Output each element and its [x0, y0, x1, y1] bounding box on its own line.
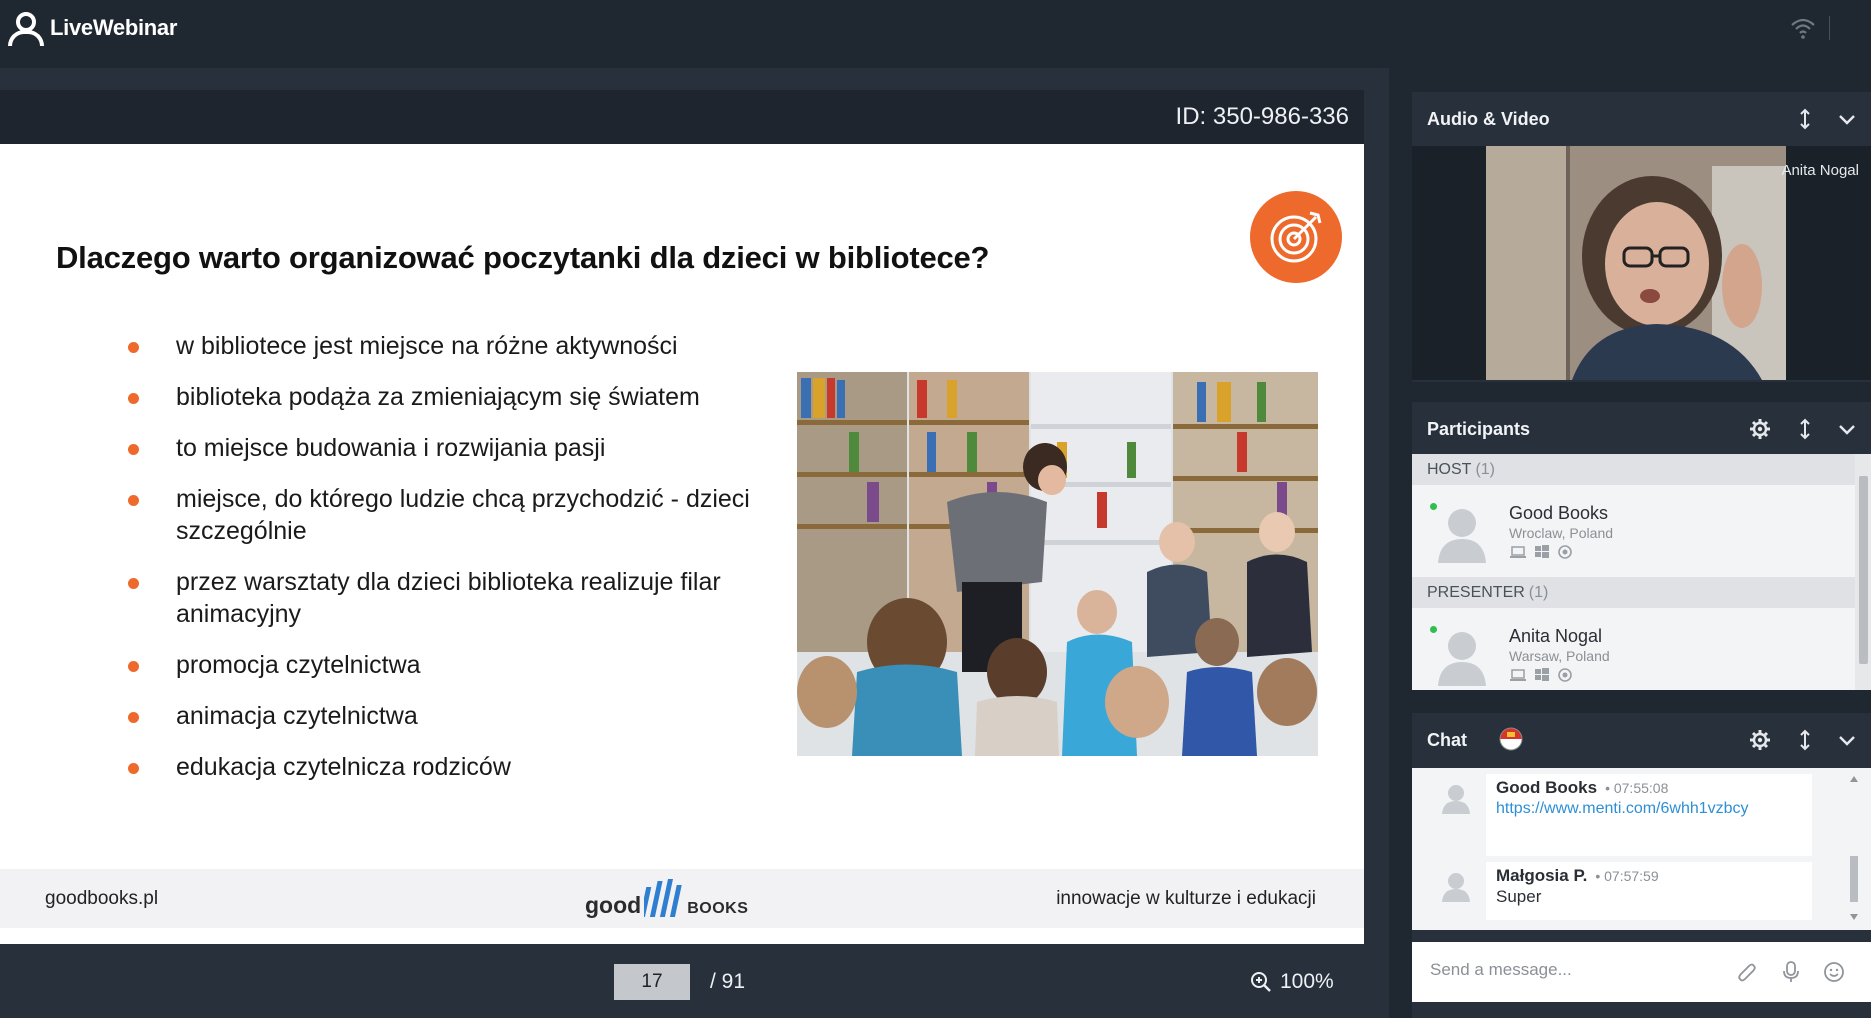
slide-footer: goodbooks.pl good books innowacje w kult… — [0, 869, 1364, 928]
chat-input-bar — [1412, 942, 1871, 1002]
presentation-slide: Dlaczego warto organizować poczytanki dl… — [0, 144, 1364, 944]
bullet-item: edukacja czytelnicza rodziców — [126, 751, 766, 783]
message-link[interactable]: https://www.menti.com/6whh1vzbcy — [1496, 798, 1802, 820]
chat-message-input[interactable] — [1430, 960, 1730, 980]
audio-video-title: Audio & Video — [1427, 109, 1550, 129]
bullet-item: animacja czytelnictwa — [126, 700, 766, 732]
paperclip-icon[interactable] — [1735, 960, 1759, 984]
message-bubble: Good Books • 07:55:08 https://www.menti.c… — [1486, 774, 1812, 856]
chevron-down-icon[interactable] — [1836, 729, 1858, 751]
participant-location: Warsaw, Poland — [1509, 648, 1610, 664]
message-bubble: Małgosia P. • 07:57:59 Super — [1486, 862, 1812, 920]
vertical-arrows-icon[interactable] — [1794, 418, 1816, 440]
group-count: (1) — [1475, 461, 1496, 478]
slide-navigation-bar: / 91 100% — [0, 944, 1364, 1018]
message-text: Super — [1496, 887, 1542, 906]
translate-flag-icon[interactable] — [1498, 726, 1524, 752]
participant-item[interactable]: Anita Nogal Warsaw, Poland — [1412, 608, 1871, 690]
participants-header: Participants — [1412, 402, 1871, 454]
gear-icon[interactable] — [1749, 729, 1771, 751]
wifi-icon[interactable] — [1790, 16, 1816, 40]
bullet-item: w bibliotece jest miejsce na różne aktyw… — [126, 330, 766, 362]
microphone-icon[interactable] — [1779, 960, 1803, 984]
group-label: PRESENTER — [1427, 584, 1525, 601]
participants-list: HOST (1) Good Books Wroclaw, Poland PRESE… — [1412, 454, 1871, 690]
participant-item[interactable]: Good Books Wroclaw, Poland — [1412, 485, 1871, 577]
chrome-icon — [1558, 545, 1572, 559]
goodbooks-logo: good books — [585, 875, 748, 919]
participants-scrollbar[interactable] — [1855, 454, 1871, 690]
zoom-in-icon[interactable] — [1250, 971, 1272, 993]
logo-word-good: good — [585, 892, 642, 918]
avatar-placeholder-icon — [1438, 509, 1486, 563]
chevron-down-icon[interactable] — [1836, 418, 1858, 440]
windows-icon — [1535, 668, 1549, 681]
windows-icon — [1535, 545, 1549, 558]
speaker-name: Anita Nogal — [1781, 162, 1859, 179]
presentation-area: ID: 350-986-336 Dlaczego warto organizow… — [0, 68, 1389, 1018]
avatar-placeholder-icon — [1442, 785, 1470, 814]
webinar-id: ID: 350-986-336 — [1175, 103, 1349, 130]
message-time: • 07:57:59 — [1595, 868, 1659, 884]
target-arrow-icon — [1250, 191, 1342, 283]
speaker-video: Anita Nogal — [1412, 146, 1871, 380]
bullet-item: to miejsce budowania i rozwijania pasji — [126, 432, 766, 464]
bullet-item: promocja czytelnictwa — [126, 649, 766, 681]
current-page-input[interactable] — [614, 964, 690, 1000]
slide-photo-library-children — [797, 372, 1318, 756]
chat-title: Chat — [1427, 730, 1467, 750]
chevron-down-icon[interactable] — [1836, 108, 1858, 130]
laptop-icon — [1510, 669, 1526, 681]
topbar-divider — [1829, 16, 1830, 40]
zoom-level: 100% — [1280, 970, 1334, 993]
user-headset-logo-icon — [6, 10, 44, 46]
vertical-arrows-icon[interactable] — [1794, 729, 1816, 751]
participant-device-icons — [1510, 545, 1572, 559]
slide-title: Dlaczego warto organizować poczytanki dl… — [56, 240, 990, 275]
footer-website: goodbooks.pl — [45, 888, 159, 909]
audio-video-panel: Audio & Video Anita Nogal — [1412, 92, 1871, 382]
top-bar: LiveWebinar — [0, 0, 1871, 58]
laptop-icon — [1510, 546, 1526, 558]
chat-header: Chat — [1412, 713, 1871, 765]
chrome-icon — [1558, 668, 1572, 682]
participants-panel: Participants HOST (1) Good Books Wroclaw,… — [1412, 402, 1871, 690]
logo-word-books: books — [687, 892, 749, 918]
message-author: Good Books — [1496, 778, 1598, 797]
participant-location: Wroclaw, Poland — [1509, 525, 1614, 541]
app-logo: LiveWebinar — [6, 10, 177, 46]
group-header-presenter: PRESENTER (1) — [1412, 577, 1871, 608]
app-name: LiveWebinar — [50, 15, 178, 40]
bullet-item: biblioteka podąża za zmieniającym się św… — [126, 381, 766, 413]
message-author: Małgosia P. — [1496, 866, 1588, 885]
avatar-placeholder-icon — [1442, 873, 1470, 902]
webinar-id-bar: ID: 350-986-336 — [0, 90, 1364, 144]
logo-bars-icon — [644, 879, 682, 917]
bullet-item: przez warsztaty dla dzieci biblioteka re… — [126, 566, 766, 630]
footer-tagline: innowacje w kulturze i edukacji — [1056, 888, 1316, 909]
gear-icon[interactable] — [1749, 418, 1771, 440]
participant-device-icons — [1510, 668, 1572, 682]
chat-messages: Good Books • 07:55:08 https://www.menti.c… — [1412, 768, 1871, 930]
vertical-arrows-icon[interactable] — [1794, 108, 1816, 130]
bullet-item: miejsce, do którego ludzie chcą przychod… — [126, 483, 766, 547]
participant-name: Good Books — [1509, 503, 1609, 523]
chat-scrollbar[interactable] — [1847, 768, 1861, 930]
slide-bullet-list: w bibliotece jest miejsce na różne aktyw… — [126, 330, 766, 802]
zoom-control[interactable]: 100% — [1250, 970, 1334, 994]
smiley-icon[interactable] — [1822, 960, 1846, 984]
chat-panel: Chat Good Books • 07:55:08 https://www.m… — [1412, 713, 1871, 1018]
group-header-host: HOST (1) — [1412, 454, 1871, 485]
avatar-placeholder-icon — [1438, 632, 1486, 686]
total-pages: / 91 — [710, 970, 746, 993]
audio-video-header: Audio & Video — [1412, 92, 1871, 144]
participants-title: Participants — [1427, 419, 1531, 439]
message-time: • 07:55:08 — [1605, 780, 1669, 796]
participant-name: Anita Nogal — [1509, 626, 1603, 646]
group-count: (1) — [1528, 584, 1549, 601]
group-label: HOST — [1427, 461, 1472, 478]
scrollbar-thumb[interactable] — [1859, 476, 1868, 664]
